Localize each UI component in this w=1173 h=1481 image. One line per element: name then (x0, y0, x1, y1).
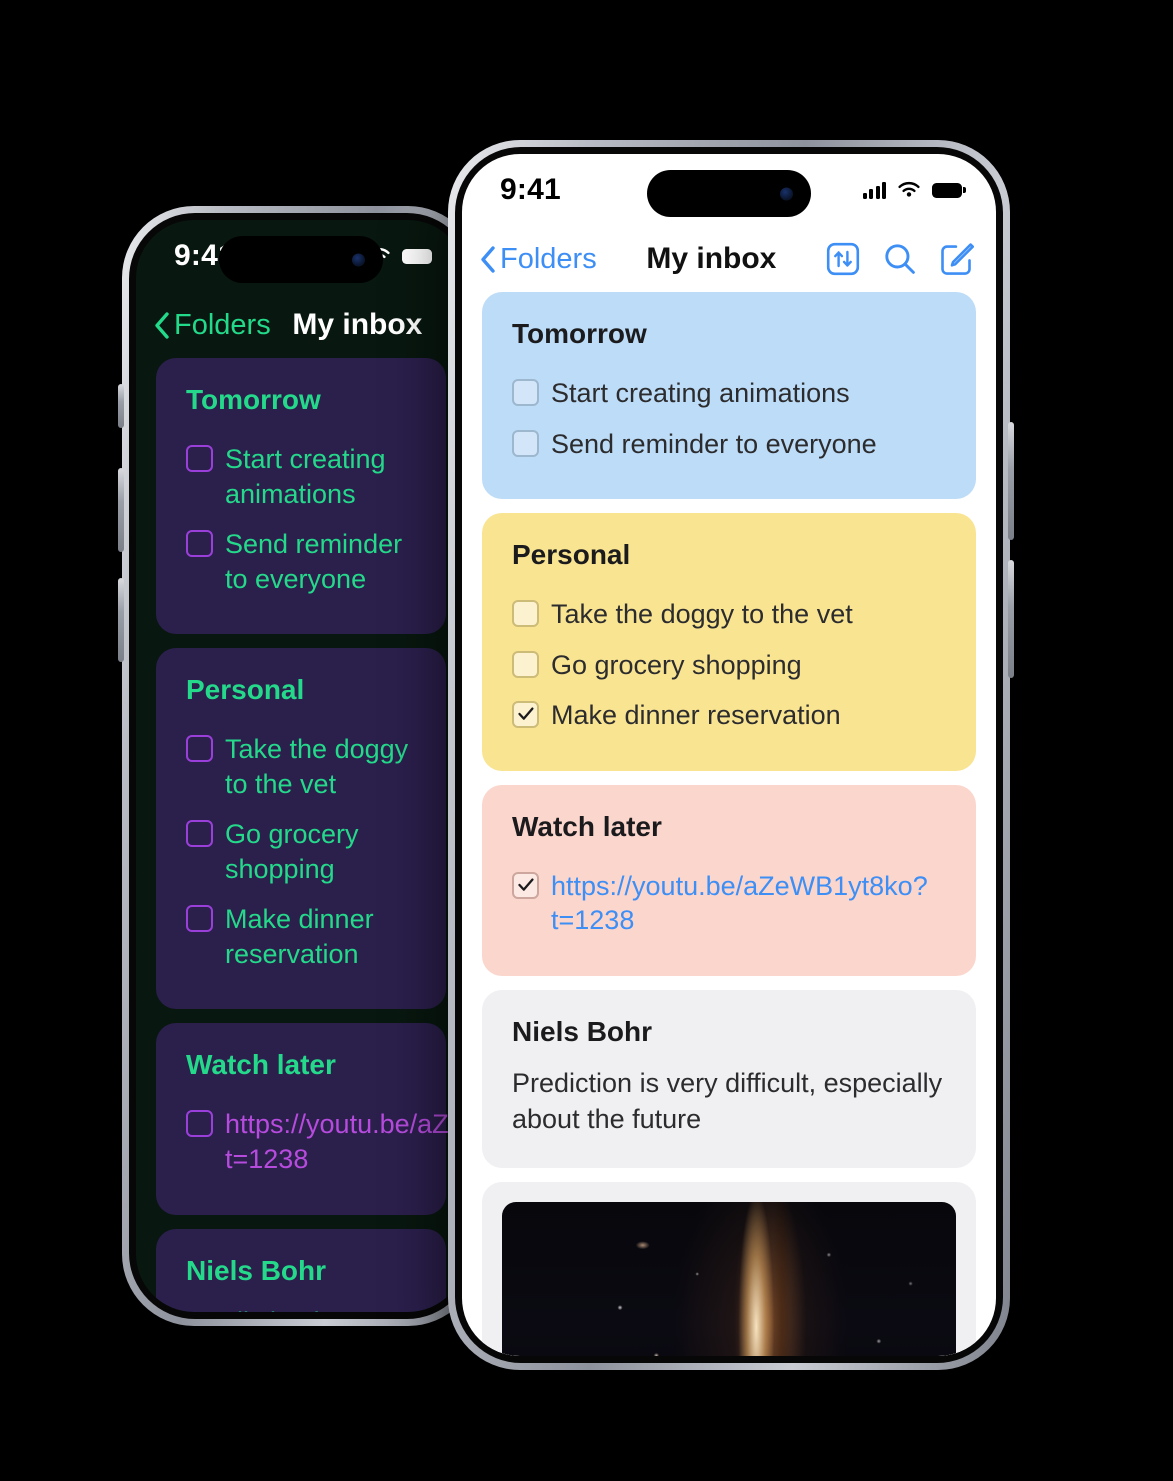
search-icon[interactable] (882, 241, 918, 277)
checkbox-unchecked-icon-dark[interactable] (186, 905, 213, 933)
notes-list-dark: Tomorrow Start creating animations Send … (136, 358, 466, 1312)
checkbox-unchecked-icon-dark[interactable] (186, 735, 213, 763)
checklist-item-dark[interactable]: Start creating animations (186, 434, 416, 519)
checklist-item[interactable]: Make dinner reservation (512, 690, 946, 741)
note-title: Niels Bohr (512, 1015, 653, 1047)
dynamic-island (647, 170, 811, 217)
battery-full-icon-dark (402, 248, 432, 264)
nav-bar: Folders My inbox (462, 226, 996, 292)
checklist-label-dark: Send reminder to everyone (225, 529, 403, 594)
checkbox-unchecked-icon[interactable] (512, 600, 539, 628)
phone-screen-light: 9:41 Folders My inbox Tomorrow Start cre… (462, 154, 996, 1356)
checklist-item[interactable]: Take the doggy to the vet (512, 589, 946, 640)
checkbox-unchecked-icon[interactable] (512, 379, 539, 406)
note-title: Tomorrow (512, 318, 647, 349)
page-title-dark: My inbox (292, 308, 423, 341)
signal-bars-icon (862, 181, 886, 199)
note-card-personal-dark[interactable]: Personal Take the doggy to the vet Go gr… (156, 648, 446, 1010)
checklist-item-dark[interactable]: Send reminder to everyone (186, 519, 416, 604)
note-card-galaxy[interactable] (482, 1181, 976, 1356)
checklist-item-dark[interactable]: Go grocery shopping (186, 809, 416, 894)
secondary-button-light[interactable] (1008, 560, 1014, 678)
checklist-label: Make dinner reservation (551, 700, 841, 731)
note-card-watch-later[interactable]: Watch later https://youtu.be/aZeWB1yt8ko… (482, 784, 976, 976)
status-indicators (862, 181, 966, 199)
note-body-dark: Prediction is very difficult, especially… (186, 1305, 416, 1312)
status-time: 9:41 (500, 173, 561, 206)
checklist-item[interactable]: Start creating animations (512, 368, 946, 419)
note-card-watch-later-dark[interactable]: Watch later https://youtu.be/aZeWB1yt8ko… (156, 1023, 466, 1215)
checklist-label-dark: Take the doggy to the vet (225, 734, 409, 799)
wifi-icon (898, 182, 920, 197)
silent-switch-dark[interactable] (118, 384, 124, 428)
checklist-label: Go grocery shopping (551, 649, 802, 680)
checklist-item-dark[interactable]: Make dinner reservation (186, 894, 416, 979)
compose-icon[interactable] (940, 242, 974, 276)
note-title-dark: Tomorrow (186, 384, 321, 415)
checklist-item[interactable]: Go grocery shopping (512, 640, 946, 691)
note-card-personal[interactable]: Personal Take the doggy to the vet Go gr… (482, 513, 976, 771)
note-title-dark: Personal (186, 674, 305, 706)
chevron-left-icon-dark (155, 311, 169, 339)
volume-down-button-dark[interactable] (118, 578, 124, 662)
nav-actions (826, 241, 974, 277)
checklist-item-dark[interactable]: https://youtu.be/aZeWB1yt8ko?t=1238 (186, 1099, 466, 1184)
checklist-item[interactable]: https://youtu.be/aZeWB1yt8ko?t=1238 (512, 861, 946, 946)
back-to-folders-button[interactable]: Folders (480, 243, 597, 276)
phone-device-light: 9:41 Folders My inbox Tomorrow Start cre… (448, 140, 1014, 1370)
note-card-tomorrow[interactable]: Tomorrow Start creating animations Send … (482, 292, 976, 500)
note-card-niels-bohr[interactable]: Niels Bohr Prediction is very difficult,… (482, 989, 976, 1168)
checklist-label-dark: Make dinner reservation (225, 904, 374, 969)
checklist-label: Start creating animations (551, 378, 850, 408)
status-bar-dark: 9:41 (136, 220, 466, 292)
phone-screen-dark: 9:41 Folders My inbox Tomorrow Start cre… (136, 220, 466, 1312)
checklist-label: Take the doggy to the vet (551, 599, 853, 630)
check-mark-icon (518, 878, 534, 891)
checkbox-checked-icon[interactable] (512, 701, 539, 729)
check-mark-icon (518, 707, 534, 720)
link-label[interactable]: https://youtu.be/aZeWB1yt8ko?t=1238 (551, 869, 946, 938)
note-title-dark: Niels Bohr (186, 1254, 327, 1286)
back-label: Folders (500, 242, 597, 275)
volume-up-button-dark[interactable] (118, 468, 124, 552)
chevron-left-icon (481, 245, 495, 273)
galaxy-photo (502, 1201, 956, 1356)
back-to-folders-button-dark[interactable]: Folders (154, 309, 271, 342)
note-title-dark: Watch later (186, 1049, 336, 1081)
checklist-label: Send reminder to everyone (551, 428, 877, 459)
screenshot-stage: 9:41 Folders My inbox Tomorrow Start cre… (0, 0, 1173, 1481)
checkbox-unchecked-icon-dark[interactable] (186, 1110, 213, 1138)
link-label-dark[interactable]: https://youtu.be/aZeWB1yt8ko?t=1238 (225, 1107, 466, 1176)
status-bar: 9:41 (462, 154, 996, 226)
checklist-item-dark[interactable]: Take the doggy to the vet (186, 724, 416, 809)
checkbox-unchecked-icon-dark[interactable] (186, 530, 213, 558)
checkbox-unchecked-icon-dark[interactable] (186, 445, 213, 472)
checklist-label-dark: Start creating animations (225, 444, 386, 509)
note-title: Personal (512, 539, 631, 571)
note-card-niels-bohr-dark[interactable]: Niels Bohr Prediction is very difficult,… (156, 1228, 446, 1312)
dynamic-island-dark (219, 236, 383, 283)
back-label-dark: Folders (174, 308, 271, 341)
front-camera-icon (780, 187, 793, 200)
sort-arrows-icon[interactable] (826, 242, 860, 276)
checklist-label-dark: Go grocery shopping (225, 819, 359, 884)
note-body: Prediction is very difficult, especially… (512, 1067, 943, 1134)
page-title: My inbox (646, 242, 777, 275)
checklist-item[interactable]: Send reminder to everyone (512, 419, 946, 470)
battery-full-icon (932, 182, 966, 198)
note-title: Watch later (512, 810, 662, 842)
power-button-light[interactable] (1008, 422, 1014, 540)
checkbox-unchecked-icon[interactable] (512, 650, 539, 678)
checkbox-unchecked-icon[interactable] (512, 429, 539, 457)
notes-list: Tomorrow Start creating animations Send … (462, 292, 996, 1356)
front-camera-icon-dark (352, 253, 365, 266)
phone-device-dark: 9:41 Folders My inbox Tomorrow Start cre… (118, 206, 480, 1326)
note-card-tomorrow-dark[interactable]: Tomorrow Start creating animations Send … (156, 358, 446, 635)
checkbox-checked-icon[interactable] (512, 871, 539, 899)
nav-bar-dark: Folders My inbox (136, 292, 466, 358)
checkbox-unchecked-icon-dark[interactable] (186, 820, 213, 848)
